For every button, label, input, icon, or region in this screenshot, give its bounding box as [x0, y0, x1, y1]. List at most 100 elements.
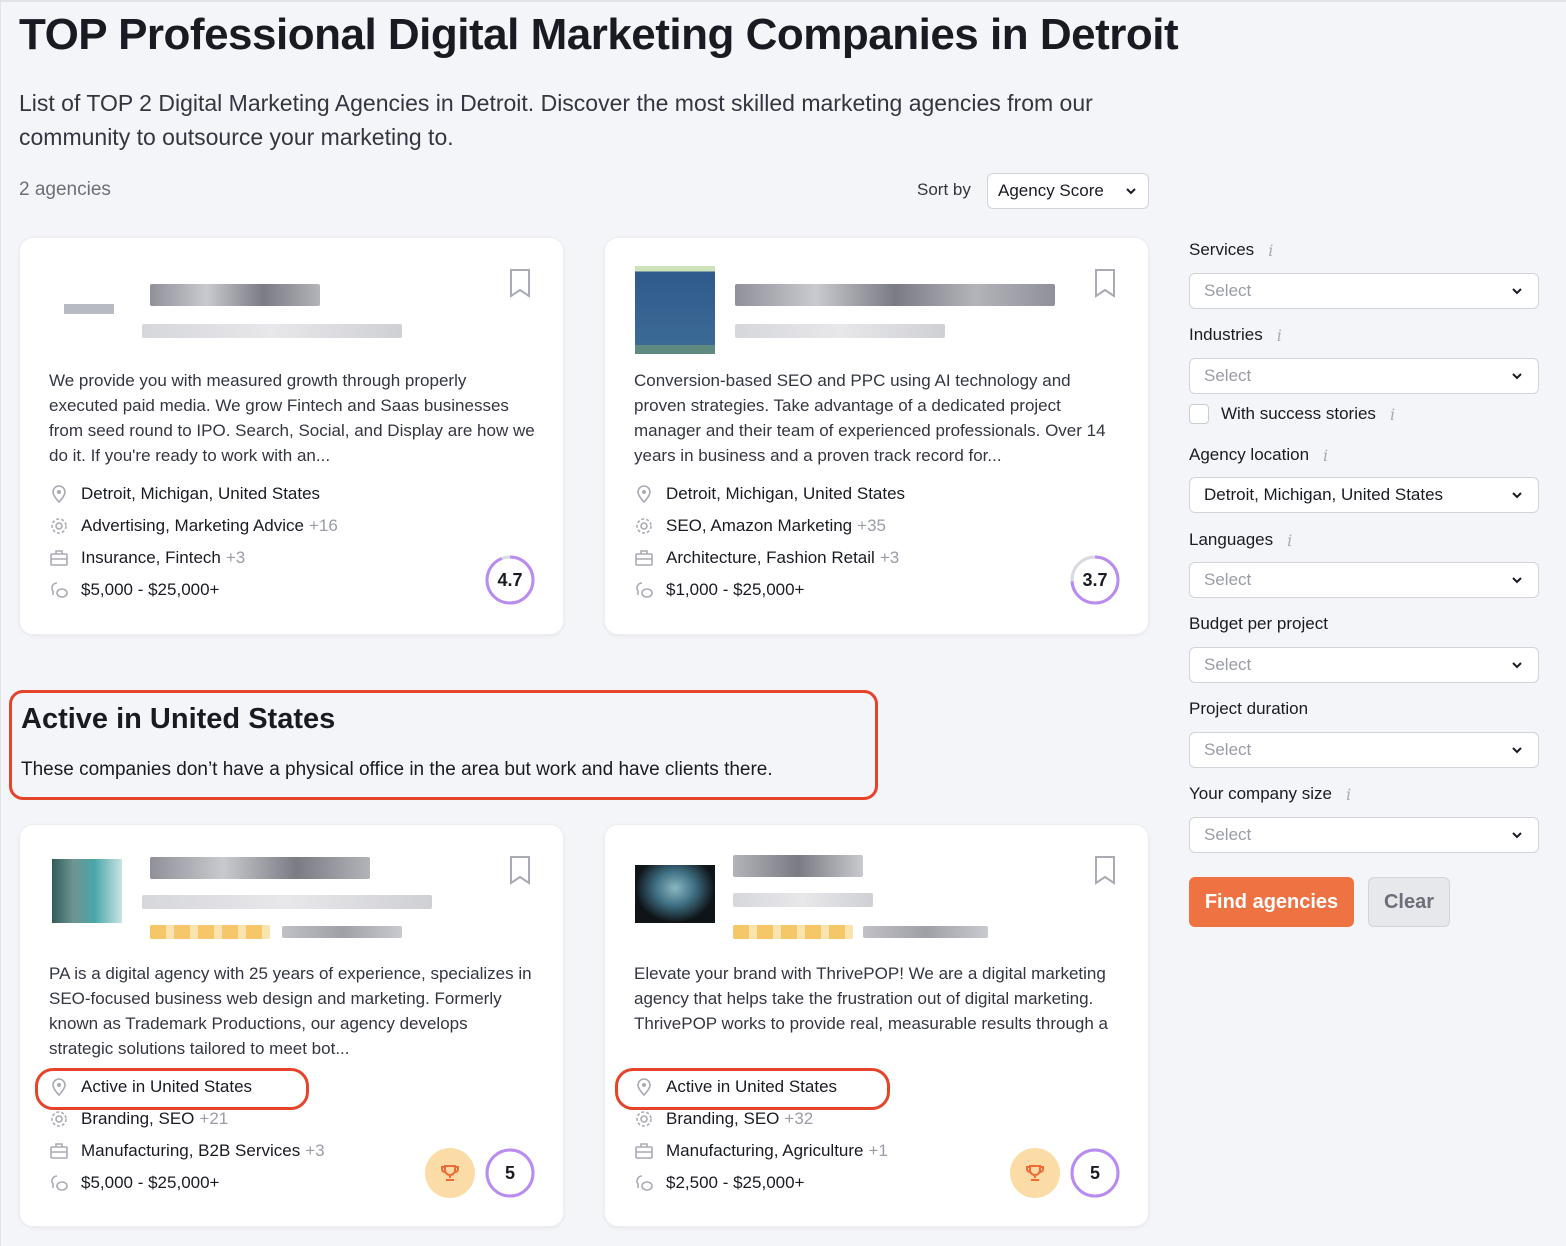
sort-select[interactable]: Agency Score — [987, 173, 1149, 209]
award-badge[interactable] — [1010, 1148, 1060, 1198]
rating-stars-blurred — [150, 925, 270, 939]
briefcase-icon — [50, 550, 68, 566]
coins-icon — [636, 1175, 653, 1191]
sort-value: Agency Score — [998, 181, 1104, 200]
gear-icon — [636, 518, 652, 534]
chevron-down-icon — [1512, 832, 1522, 839]
info-icon[interactable]: i — [1268, 241, 1273, 260]
info-icon[interactable]: i — [1346, 785, 1351, 804]
info-icon[interactable]: i — [1390, 405, 1395, 424]
chevron-down-icon — [1512, 577, 1522, 584]
agency-services: Branding, SEO +32 — [634, 1109, 813, 1129]
gear-icon — [51, 1111, 67, 1127]
agency-name-blurred[interactable] — [150, 284, 320, 306]
agency-budget: $2,500 - $25,000+ — [634, 1173, 804, 1193]
agency-services: Branding, SEO +21 — [49, 1109, 228, 1129]
gear-icon — [51, 518, 67, 534]
briefcase-icon — [50, 1143, 68, 1159]
chevron-down-icon — [1512, 373, 1522, 380]
agency-location-select[interactable]: Detroit, Michigan, United States — [1189, 477, 1539, 513]
filter-label-services: Services i — [1189, 240, 1274, 260]
chevron-down-icon — [1512, 288, 1522, 295]
agency-score: 3.7 — [1070, 555, 1120, 605]
bookmark-icon[interactable] — [1094, 268, 1116, 298]
agency-card[interactable]: PA is a digital agency with 25 years of … — [19, 824, 564, 1227]
chevron-down-icon — [1512, 747, 1522, 754]
info-icon[interactable]: i — [1277, 326, 1282, 345]
languages-select[interactable]: Select — [1189, 562, 1539, 598]
agency-card[interactable]: We provide you with measured growth thro… — [19, 237, 564, 635]
bookmark-icon[interactable] — [509, 855, 531, 885]
filter-label-languages: Languages i — [1189, 530, 1293, 550]
find-agencies-button[interactable]: Find agencies — [1189, 877, 1354, 927]
agency-score: 5 — [485, 1148, 535, 1198]
coins-icon — [636, 582, 653, 598]
agency-card[interactable]: Elevate your brand with ThrivePOP! We ar… — [604, 824, 1149, 1227]
agency-location: Detroit, Michigan, United States — [49, 484, 320, 504]
agency-tagline-blurred — [142, 895, 432, 909]
agency-logo — [52, 264, 128, 350]
agency-industries: Insurance, Fintech +3 — [49, 548, 245, 568]
bookmark-icon[interactable] — [1094, 855, 1116, 885]
location-highlight — [35, 1068, 309, 1110]
chevron-down-icon — [1512, 492, 1522, 499]
agency-industries: Architecture, Fashion Retail +3 — [634, 548, 899, 568]
agency-tagline-blurred — [142, 324, 402, 338]
agency-description: Elevate your brand with ThrivePOP! We ar… — [634, 964, 1109, 1033]
agency-score: 5 — [1070, 1148, 1120, 1198]
filter-label-budget: Budget per project — [1189, 614, 1328, 633]
agency-industries: Manufacturing, Agriculture +1 — [634, 1141, 888, 1161]
bookmark-icon[interactable] — [509, 268, 531, 298]
active-section-header: Active in United States These companies … — [9, 690, 878, 800]
industries-select[interactable]: Select — [1189, 358, 1539, 394]
filter-label-agency-location: Agency location i — [1189, 445, 1329, 465]
agency-logo — [635, 865, 715, 923]
duration-select[interactable]: Select — [1189, 732, 1539, 768]
location-highlight — [615, 1068, 890, 1110]
services-select[interactable]: Select — [1189, 273, 1539, 309]
trophy-icon — [441, 1165, 459, 1181]
agency-description: PA is a digital agency with 25 years of … — [49, 964, 532, 1058]
page-subtitle: List of TOP 2 Digital Marketing Agencies… — [19, 90, 1093, 150]
filter-label-duration: Project duration — [1189, 699, 1309, 718]
briefcase-icon — [635, 550, 653, 566]
agency-name-blurred[interactable] — [735, 284, 1055, 306]
coins-icon — [51, 1175, 68, 1191]
active-section-title: Active in United States — [21, 703, 336, 735]
agency-logo — [52, 859, 122, 923]
agency-tagline-blurred — [733, 893, 873, 907]
agency-card[interactable]: Conversion-based SEO and PPC using AI te… — [604, 237, 1149, 635]
agency-name-blurred[interactable] — [150, 857, 370, 879]
gear-icon — [636, 1111, 652, 1127]
agency-score: 4.7 — [485, 555, 535, 605]
location-pin-icon — [637, 485, 651, 504]
sort-label: Sort by — [917, 180, 971, 199]
chevron-down-icon — [1126, 188, 1136, 195]
agency-services: SEO, Amazon Marketing +35 — [634, 516, 886, 536]
agency-budget: $5,000 - $25,000+ — [49, 580, 219, 600]
agency-industries: Manufacturing, B2B Services +3 — [49, 1141, 325, 1161]
active-section-description: These companies don’t have a physical of… — [21, 759, 773, 780]
review-count-blurred — [282, 926, 402, 938]
budget-select[interactable]: Select — [1189, 647, 1539, 683]
success-stories-checkbox[interactable] — [1189, 404, 1209, 424]
agency-description: Conversion-based SEO and PPC using AI te… — [634, 371, 1106, 465]
agency-count: 2 agencies — [19, 179, 111, 200]
chevron-down-icon — [1512, 662, 1522, 669]
agency-name-blurred[interactable] — [733, 855, 863, 877]
info-icon[interactable]: i — [1287, 531, 1292, 550]
review-count-blurred — [863, 926, 988, 938]
location-pin-icon — [52, 485, 66, 504]
filter-label-industries: Industries i — [1189, 325, 1282, 345]
success-stories-option[interactable]: With success stories i — [1189, 404, 1395, 424]
page-title: TOP Professional Digital Marketing Compa… — [19, 10, 1179, 59]
agency-budget: $1,000 - $25,000+ — [634, 580, 804, 600]
award-badge[interactable] — [425, 1148, 475, 1198]
info-icon[interactable]: i — [1323, 446, 1328, 465]
briefcase-icon — [635, 1143, 653, 1159]
clear-button[interactable]: Clear — [1368, 877, 1450, 927]
trophy-icon — [1026, 1165, 1044, 1181]
company-size-select[interactable]: Select — [1189, 817, 1539, 853]
agency-description: We provide you with measured growth thro… — [49, 371, 535, 465]
agency-logo — [635, 266, 715, 354]
